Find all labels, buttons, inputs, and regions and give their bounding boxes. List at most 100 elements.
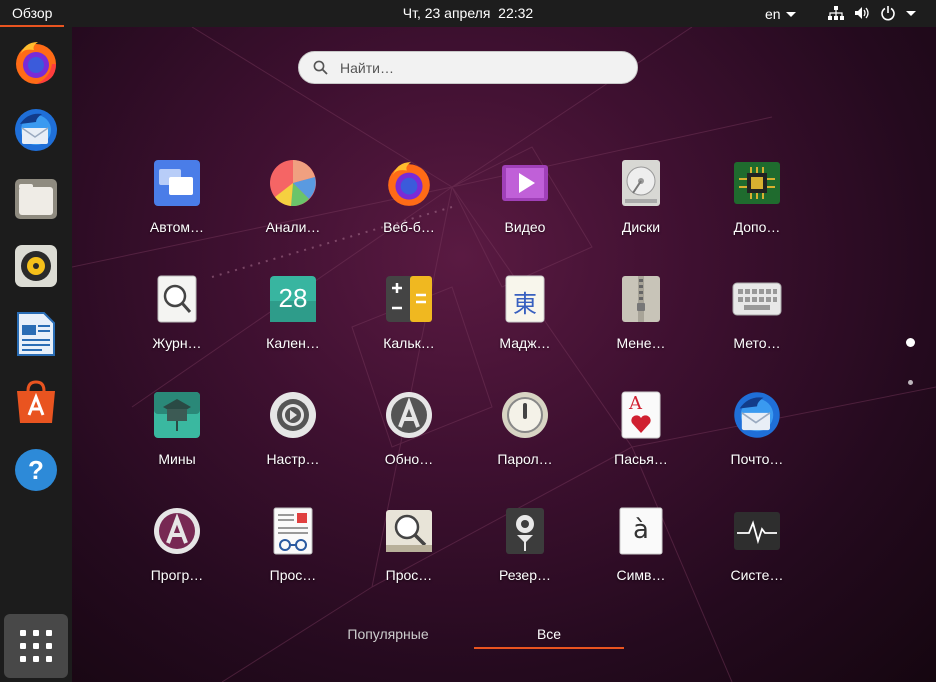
tab-popular[interactable]: Популярные [300, 626, 476, 642]
app-tile[interactable]: Почто… [702, 389, 812, 489]
app-label: Прогр… [150, 567, 204, 583]
system-menu[interactable] [828, 5, 916, 21]
activities-button[interactable]: Обзор [0, 0, 65, 27]
app-tile[interactable]: A Пасья… [586, 389, 696, 489]
chevron-down-icon [785, 11, 796, 17]
app-label: Настр… [266, 451, 320, 467]
app-label: Мене… [616, 335, 666, 351]
activities-label: Обзор [12, 4, 53, 21]
app-tile[interactable]: 東 Мадж… [470, 273, 580, 373]
page-indicator-1[interactable] [906, 338, 915, 347]
disks-icon [622, 160, 660, 206]
disk-usage-pie-icon [270, 160, 316, 207]
app-tile[interactable]: Веб-б… [354, 157, 464, 257]
chevron-down-icon [906, 10, 916, 16]
backup-icon [506, 508, 544, 554]
app-tile[interactable]: Автом… [122, 157, 232, 257]
language-indicator[interactable]: en [765, 6, 796, 22]
app-label: Кален… [266, 335, 320, 351]
app-tile[interactable]: Прос… [238, 505, 348, 605]
tab-all[interactable]: Все [474, 626, 624, 642]
mahjongg-glyph: 東 [513, 290, 537, 318]
volume-icon [855, 7, 869, 19]
app-tile[interactable]: Резер… [470, 505, 580, 605]
app-label: Веб-б… [383, 219, 435, 235]
app-tile[interactable]: Прос… [354, 505, 464, 605]
app-tile[interactable]: Мето… [702, 273, 812, 373]
app-tile[interactable]: Мене… [586, 273, 696, 373]
app-label: Мето… [733, 335, 781, 351]
log-viewer-icon [157, 275, 197, 323]
files-icon [15, 179, 57, 219]
archive-manager-icon [622, 276, 660, 322]
active-tab-indicator [474, 647, 624, 649]
dock-item-help[interactable]: ? [11, 445, 61, 495]
app-label: Видео [504, 219, 546, 235]
search-bar[interactable] [298, 51, 638, 84]
app-label: Обно… [384, 451, 434, 467]
card-glyph: A [629, 393, 642, 414]
app-tile[interactable]: Настр… [238, 389, 348, 489]
software-updater-icon [386, 392, 432, 438]
dock-item-thunderbird[interactable] [11, 105, 61, 155]
thunderbird-icon [734, 392, 780, 438]
app-label: Систе… [730, 567, 784, 583]
app-tile[interactable]: Видео [470, 157, 580, 257]
settings-icon [270, 392, 316, 438]
app-label: Почто… [730, 451, 784, 467]
rhythmbox-icon [15, 245, 57, 287]
app-tile[interactable]: Журн… [122, 273, 232, 373]
search-input[interactable] [340, 59, 620, 76]
dock-item-ubuntu-software[interactable] [11, 377, 61, 427]
dock-item-rhythmbox[interactable] [11, 241, 61, 291]
dock-item-files[interactable] [11, 173, 61, 223]
show-applications-button[interactable] [4, 614, 68, 678]
app-tile[interactable]: Анали… [238, 157, 348, 257]
image-viewer-icon [386, 510, 432, 552]
app-label: Допо… [733, 219, 781, 235]
dock-item-firefox[interactable] [11, 37, 61, 87]
app-tile[interactable]: Диски [586, 157, 696, 257]
app-label: Журн… [152, 335, 202, 351]
app-label: Прос… [385, 567, 433, 583]
software-properties-icon [154, 508, 200, 554]
passwords-icon [502, 392, 548, 438]
dock-item-writer[interactable] [11, 309, 61, 359]
remmina-icon [154, 160, 200, 206]
app-tile[interactable]: 28 Кален… [238, 273, 348, 373]
app-tile[interactable]: Мины [122, 389, 232, 489]
video-player-icon [502, 165, 548, 201]
software-icon [17, 380, 55, 423]
app-label: Мины [158, 451, 196, 467]
app-tile[interactable]: Парол… [470, 389, 580, 489]
network-icon [828, 6, 844, 20]
app-tile[interactable]: Кальк… [354, 273, 464, 373]
app-label: Резер… [498, 567, 552, 583]
clock-label[interactable]: Чт, 23 апреля 22:32 [403, 5, 533, 21]
grid-icon [20, 630, 52, 662]
top-bar: Обзор Чт, 23 апреля 22:32 en [0, 0, 936, 27]
search-icon [313, 60, 328, 75]
dock: ? [0, 27, 72, 682]
app-label: Прос… [269, 567, 317, 583]
app-label: Парол… [497, 451, 553, 467]
calendar-day: 28 [278, 283, 308, 313]
document-viewer-icon [273, 507, 313, 555]
app-filter-tabs: Популярные Все [300, 620, 630, 650]
app-label: Анали… [265, 219, 321, 235]
chip-icon [734, 162, 780, 204]
app-tile[interactable]: à Симв… [586, 505, 696, 605]
app-tile[interactable]: Прогр… [122, 505, 232, 605]
app-label: Диски [621, 219, 661, 235]
app-tile[interactable]: Обно… [354, 389, 464, 489]
app-label: Автом… [149, 219, 205, 235]
app-tile[interactable]: Систе… [702, 505, 812, 605]
help-icon: ? [15, 449, 57, 491]
page-indicator-2[interactable] [908, 380, 913, 385]
language-label: en [765, 6, 781, 22]
app-tile[interactable]: Допо… [702, 157, 812, 257]
clock: Чт, 23 апреля 22:32 [0, 5, 936, 21]
app-label: Симв… [616, 567, 666, 583]
firefox-icon [388, 162, 430, 206]
app-label: Кальк… [383, 335, 435, 351]
